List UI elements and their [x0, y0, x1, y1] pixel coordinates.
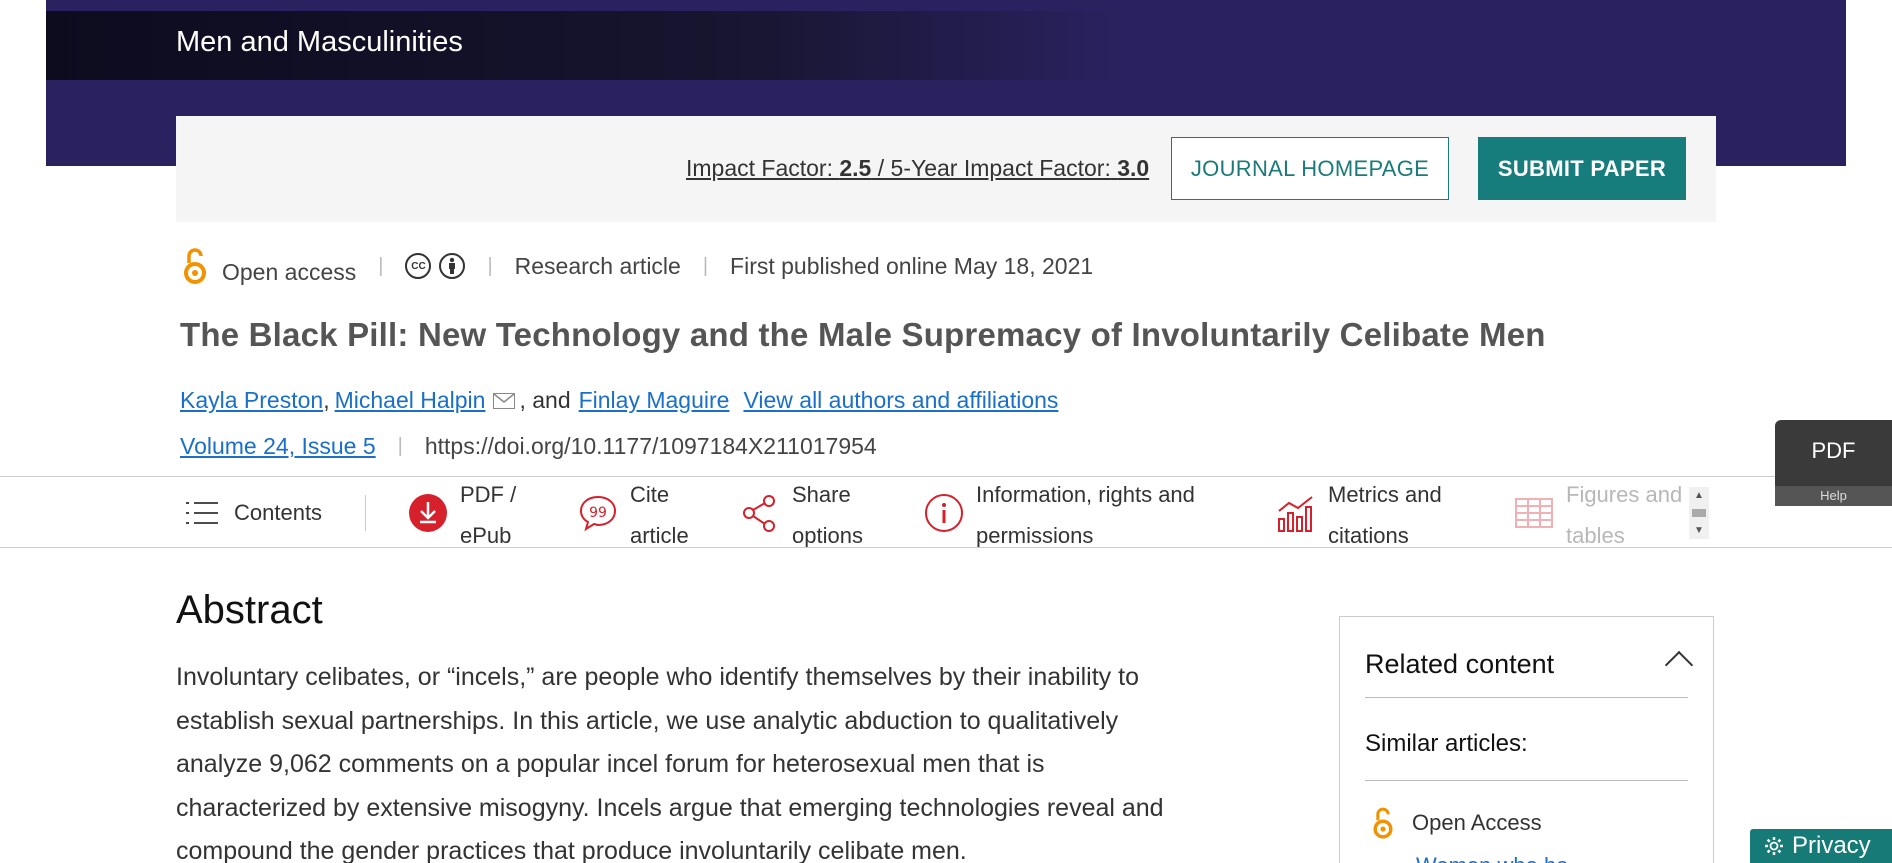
scroll-up-icon[interactable]: ▲ [1694, 490, 1704, 501]
svg-text:99: 99 [589, 505, 607, 521]
abstract-text: Involuntary celibates, or “incels,” are … [176, 663, 1164, 863]
contents-label: Contents [234, 500, 323, 525]
article-title: The Black Pill: New Technology and the M… [180, 316, 1546, 353]
list-icon [182, 493, 222, 533]
metrics-citations-button[interactable]: Metrics and citations [1276, 477, 1442, 548]
floating-help-label[interactable]: Help [1775, 486, 1892, 506]
volume-doi-row: Volume 24, Issue 5 | https://doi.org/10.… [180, 433, 877, 460]
share-icon [740, 493, 780, 533]
abstract-heading: Abstract [176, 588, 323, 632]
meta-separator: | [702, 254, 709, 277]
related-article-link[interactable]: Women who ha [1416, 853, 1568, 863]
authors-and-text: , and [519, 387, 571, 413]
view-all-authors-link[interactable]: View all authors and affiliations [743, 387, 1058, 414]
article-type: Research article [514, 252, 681, 279]
related-divider [1365, 697, 1688, 698]
meta-separator: | [378, 254, 384, 277]
journal-name[interactable]: Men and Masculinities [176, 26, 463, 59]
related-open-access-row: Open Access [1370, 805, 1542, 841]
author-link[interactable]: Michael Halpin [335, 387, 486, 414]
download-icon [408, 493, 448, 533]
volume-issue-link[interactable]: Volume 24, Issue 5 [180, 433, 376, 460]
doi-link[interactable]: https://doi.org/10.1177/1097184X21101795… [425, 433, 877, 460]
share-options-button[interactable]: Share options [740, 477, 863, 548]
floating-pdf-button[interactable]: PDF Help [1775, 420, 1892, 506]
privacy-button[interactable]: Privacy [1750, 829, 1892, 863]
toolbar-divider [365, 495, 366, 531]
pdf-epub-label: PDF / ePub [460, 482, 517, 548]
attribution-icon [439, 253, 466, 279]
quote-icon: 99 [578, 493, 618, 533]
cite-article-button[interactable]: 99 Cite article [578, 477, 689, 548]
similar-articles-heading: Similar articles: [1365, 730, 1528, 757]
license-icons[interactable]: CC [405, 253, 466, 279]
info-icon [924, 493, 964, 533]
scroll-thumb[interactable] [1692, 509, 1706, 517]
five-year-impact-value: 3.0 [1117, 155, 1150, 181]
impact-factor-value: 2.5 [839, 155, 872, 181]
impact-factor-link[interactable]: Impact Factor: 2.5 / 5-Year Impact Facto… [686, 155, 1149, 182]
publish-date: First published online May 18, 2021 [730, 252, 1094, 279]
impact-factor-label: Impact Factor: [686, 155, 833, 181]
information-rights-label: Information, rights and permissions [976, 482, 1195, 548]
impact-factor-separator: / [871, 155, 891, 181]
toolbar-scrollbar[interactable]: ▲ ▼ [1689, 487, 1709, 539]
figures-tables-label: Figures and tables [1566, 482, 1683, 548]
information-rights-button[interactable]: Information, rights and permissions [924, 477, 1195, 548]
meta-separator: | [487, 254, 493, 277]
chevron-up-icon[interactable] [1664, 650, 1694, 680]
envelope-icon[interactable] [493, 392, 516, 409]
submit-paper-button[interactable]: SUBMIT PAPER [1478, 137, 1686, 200]
related-open-access-label: Open Access [1412, 810, 1542, 835]
authors-row: Kayla Preston, Michael Halpin , and Finl… [180, 387, 1058, 414]
figures-tables-button[interactable]: Figures and tables [1514, 477, 1683, 548]
related-content-panel: Related content Similar articles: Open A… [1339, 616, 1714, 863]
journal-homepage-button[interactable]: JOURNAL HOMEPAGE [1171, 137, 1449, 200]
open-access-icon [184, 248, 206, 284]
bar-chart-icon [1276, 493, 1316, 533]
privacy-label: Privacy [1792, 832, 1871, 859]
metrics-citations-label: Metrics and citations [1328, 482, 1442, 548]
open-access-label: Open access [222, 258, 357, 285]
article-toolbar: Contents PDF / ePub 99 Cite article Share o… [0, 476, 1892, 548]
article-meta-row: Open access | CC | Research article | Fi… [180, 244, 1093, 288]
author-link[interactable]: Kayla Preston [180, 387, 323, 414]
meta-separator: | [397, 435, 403, 457]
author-comma: , [323, 387, 330, 413]
cite-article-label: Cite article [630, 482, 689, 548]
table-icon [1514, 493, 1554, 533]
scroll-down-icon[interactable]: ▼ [1694, 525, 1704, 536]
open-access-icon [1373, 807, 1393, 839]
pdf-epub-button[interactable]: PDF / ePub [408, 477, 517, 548]
share-options-label: Share options [792, 482, 863, 548]
related-divider [1365, 780, 1688, 781]
floating-pdf-label: PDF [1811, 438, 1856, 463]
author-link[interactable]: Finlay Maguire [579, 387, 730, 414]
cc-icon: CC [405, 253, 432, 279]
gear-icon [1765, 837, 1783, 855]
related-content-heading: Related content [1365, 649, 1555, 679]
contents-button[interactable]: Contents [182, 477, 323, 547]
five-year-impact-label: 5-Year Impact Factor: [890, 155, 1111, 181]
